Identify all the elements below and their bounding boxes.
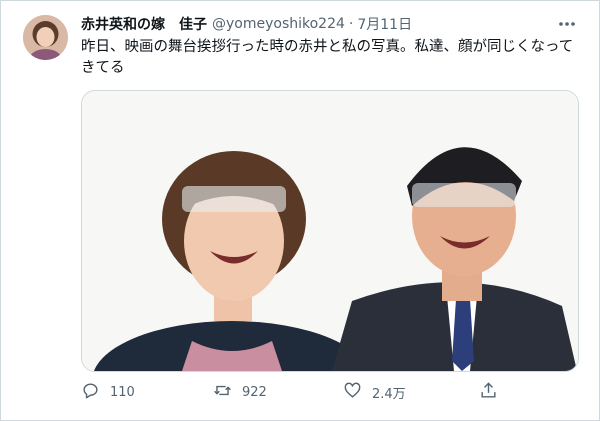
retweet-button[interactable]: 922 bbox=[213, 377, 267, 407]
retweet-icon bbox=[213, 381, 232, 404]
reply-icon bbox=[81, 381, 100, 404]
author-name[interactable]: 赤井英和の嫁 佳子 bbox=[81, 14, 207, 34]
tweet-date[interactable]: 7月11日 bbox=[357, 14, 412, 34]
tweet-card: 赤井英和の嫁 佳子 @yomeyoshiko224 · 7月11日 昨日、映画の… bbox=[0, 0, 600, 421]
more-horizontal-icon[interactable] bbox=[557, 15, 577, 33]
avatar[interactable] bbox=[23, 15, 68, 60]
heart-icon bbox=[343, 381, 362, 404]
share-button[interactable] bbox=[479, 377, 498, 407]
like-button[interactable]: 2.4万 bbox=[343, 377, 406, 407]
like-count: 2.4万 bbox=[372, 386, 406, 402]
tweet-actions: 110 922 2.4万 bbox=[81, 377, 511, 407]
reply-count: 110 bbox=[110, 384, 135, 400]
tweet-header: 赤井英和の嫁 佳子 @yomeyoshiko224 · 7月11日 bbox=[81, 13, 569, 35]
meta-separator: · bbox=[348, 16, 354, 32]
share-icon bbox=[479, 381, 498, 404]
tweet-text: 昨日、映画の舞台挨拶行った時の赤井と私の写真。私達、顔が同じくなってきてる bbox=[81, 39, 574, 76]
tweet-photo[interactable] bbox=[81, 90, 579, 372]
retweet-count: 922 bbox=[242, 384, 267, 400]
reply-button[interactable]: 110 bbox=[81, 377, 135, 407]
author-handle[interactable]: @yomeyoshiko224 bbox=[212, 16, 345, 32]
